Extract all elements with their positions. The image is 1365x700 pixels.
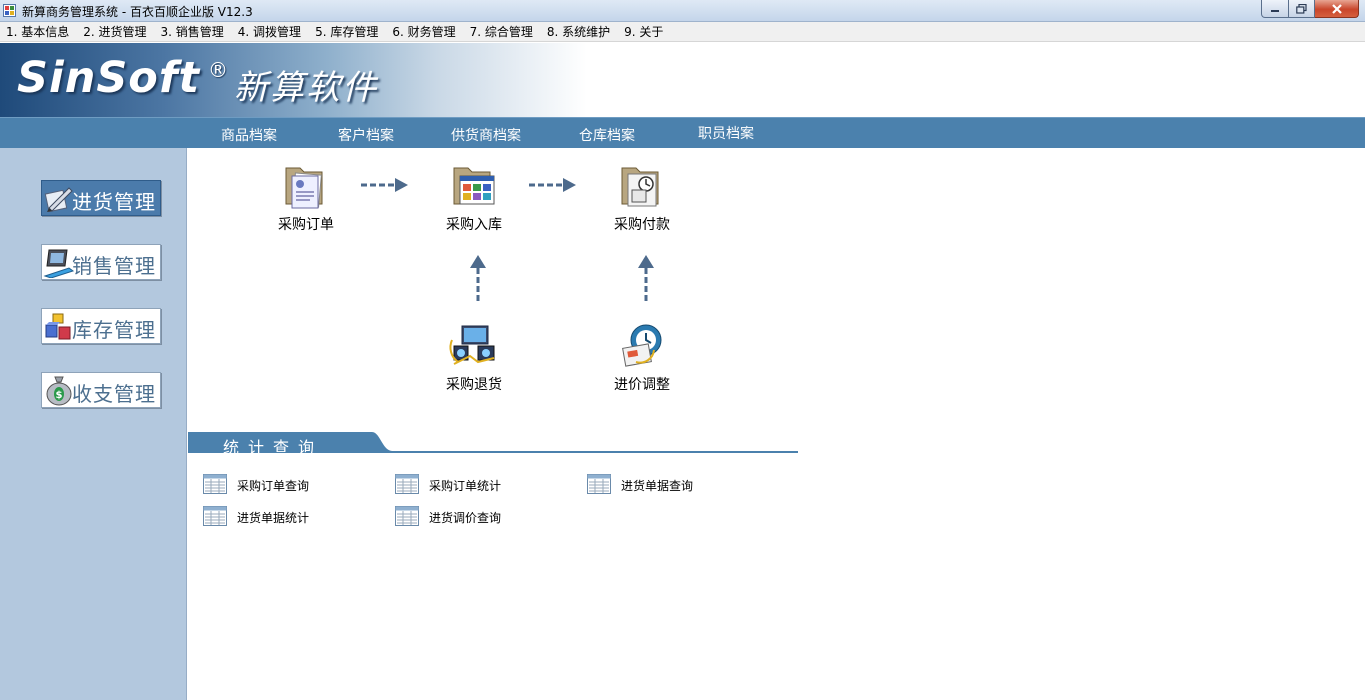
sidebar: 进货管理 销售管理 库存管理 $ 收支管理 bbox=[0, 148, 187, 700]
flow-label: 采购入库 bbox=[446, 217, 502, 233]
menu-sales[interactable]: 3. 销售管理 bbox=[161, 23, 224, 40]
menu-inventory[interactable]: 5. 库存管理 bbox=[315, 23, 378, 40]
report-label: 进货单据查询 bbox=[621, 479, 694, 493]
flow-purchase-order[interactable]: 采购订单 bbox=[266, 160, 346, 234]
window-controls bbox=[1261, 0, 1359, 18]
pen-paper-icon bbox=[44, 187, 73, 213]
flow-price-adjust[interactable]: 进价调整 bbox=[602, 320, 682, 394]
nav-staff-archive[interactable]: 职员档案 bbox=[698, 123, 754, 143]
logo-registered-mark: ® bbox=[208, 58, 228, 82]
stats-section-title: 统计查询 bbox=[223, 438, 324, 457]
inbound-folder-icon bbox=[453, 167, 495, 205]
table-icon bbox=[395, 474, 419, 494]
sidebar-item-label: 销售管理 bbox=[72, 254, 156, 278]
menu-purchase[interactable]: 2. 进货管理 bbox=[83, 23, 146, 40]
flow-purchase-return[interactable]: 采购退货 bbox=[434, 320, 514, 394]
flow-label: 采购退货 bbox=[446, 377, 502, 393]
logo-banner: SinSoft ® 新算软件 bbox=[0, 43, 1365, 117]
arrow-up-icon bbox=[638, 255, 654, 303]
menu-bar: 1. 基本信息 2. 进货管理 3. 销售管理 4. 调拨管理 5. 库存管理 … bbox=[0, 22, 1365, 42]
svg-text:$: $ bbox=[56, 390, 63, 401]
price-adjust-icon bbox=[622, 324, 662, 367]
sidebar-item-label: 进货管理 bbox=[72, 190, 156, 214]
menu-finance[interactable]: 6. 财务管理 bbox=[392, 23, 455, 40]
main-panel: 采购订单 采购入库 采购付款 采购退货 进价调整 统计查询 采购订单查询 采购订… bbox=[188, 148, 1365, 700]
close-button[interactable] bbox=[1315, 0, 1359, 18]
flow-label: 进价调整 bbox=[614, 377, 670, 393]
menu-maintenance[interactable]: 8. 系统维护 bbox=[547, 23, 610, 40]
report-label: 采购订单统计 bbox=[429, 479, 502, 493]
table-icon bbox=[587, 474, 611, 494]
flow-purchase-payment[interactable]: 采购付款 bbox=[602, 160, 682, 234]
menu-basic-info[interactable]: 1. 基本信息 bbox=[6, 23, 69, 40]
menu-general[interactable]: 7. 综合管理 bbox=[470, 23, 533, 40]
order-folder-icon bbox=[285, 167, 323, 209]
flow-label: 采购付款 bbox=[614, 217, 670, 233]
arrow-up-icon bbox=[470, 255, 486, 303]
archive-nav-bar: 商品档案 客户档案 供货商档案 仓库档案 职员档案 bbox=[0, 117, 1365, 148]
table-icon bbox=[203, 506, 227, 526]
maximize-button[interactable] bbox=[1289, 0, 1315, 18]
report-label: 采购订单查询 bbox=[237, 479, 310, 493]
close-icon bbox=[1331, 3, 1342, 14]
payment-folder-icon bbox=[621, 167, 659, 207]
money-bag-icon: $ bbox=[46, 376, 72, 406]
computer-icon bbox=[43, 249, 75, 278]
nav-customer-archive[interactable]: 客户档案 bbox=[338, 125, 394, 145]
logo-chinese-name: 新算软件 bbox=[234, 68, 378, 108]
title-bar: 新算商务管理系统 - 百衣百顺企业版 V12.3 bbox=[0, 0, 1365, 22]
report-label: 进货调价查询 bbox=[429, 511, 502, 525]
nav-product-archive[interactable]: 商品档案 bbox=[221, 125, 277, 145]
report-label: 进货单据统计 bbox=[237, 511, 310, 525]
flow-purchase-inbound[interactable]: 采购入库 bbox=[434, 160, 514, 234]
sidebar-item-income-expense[interactable]: $ 收支管理 bbox=[41, 372, 161, 408]
return-icon bbox=[449, 325, 495, 365]
table-icon bbox=[395, 506, 419, 526]
sidebar-item-inventory[interactable]: 库存管理 bbox=[41, 308, 161, 344]
logo-text: SinSoft bbox=[17, 53, 201, 103]
nav-supplier-archive[interactable]: 供货商档案 bbox=[451, 125, 521, 145]
nav-warehouse-archive[interactable]: 仓库档案 bbox=[579, 125, 635, 145]
minimize-button[interactable] bbox=[1261, 0, 1289, 18]
menu-transfer[interactable]: 4. 调拨管理 bbox=[238, 23, 301, 40]
table-icon bbox=[203, 474, 227, 494]
window-title: 新算商务管理系统 - 百衣百顺企业版 V12.3 bbox=[22, 5, 253, 19]
arrow-right-icon bbox=[361, 178, 408, 192]
flow-label: 采购订单 bbox=[278, 217, 334, 233]
minimize-icon bbox=[1271, 9, 1279, 12]
app-icon[interactable] bbox=[3, 4, 16, 17]
restore-icon bbox=[1296, 3, 1307, 14]
menu-about[interactable]: 9. 关于 bbox=[624, 23, 663, 40]
boxes-icon bbox=[45, 313, 71, 340]
stats-section-header: 统计查询 bbox=[188, 432, 798, 457]
sidebar-item-label: 收支管理 bbox=[72, 382, 156, 406]
arrow-right-icon bbox=[529, 178, 576, 192]
sidebar-item-label: 库存管理 bbox=[72, 318, 156, 342]
sidebar-item-purchase[interactable]: 进货管理 bbox=[41, 180, 161, 216]
sidebar-item-sales[interactable]: 销售管理 bbox=[41, 244, 161, 280]
